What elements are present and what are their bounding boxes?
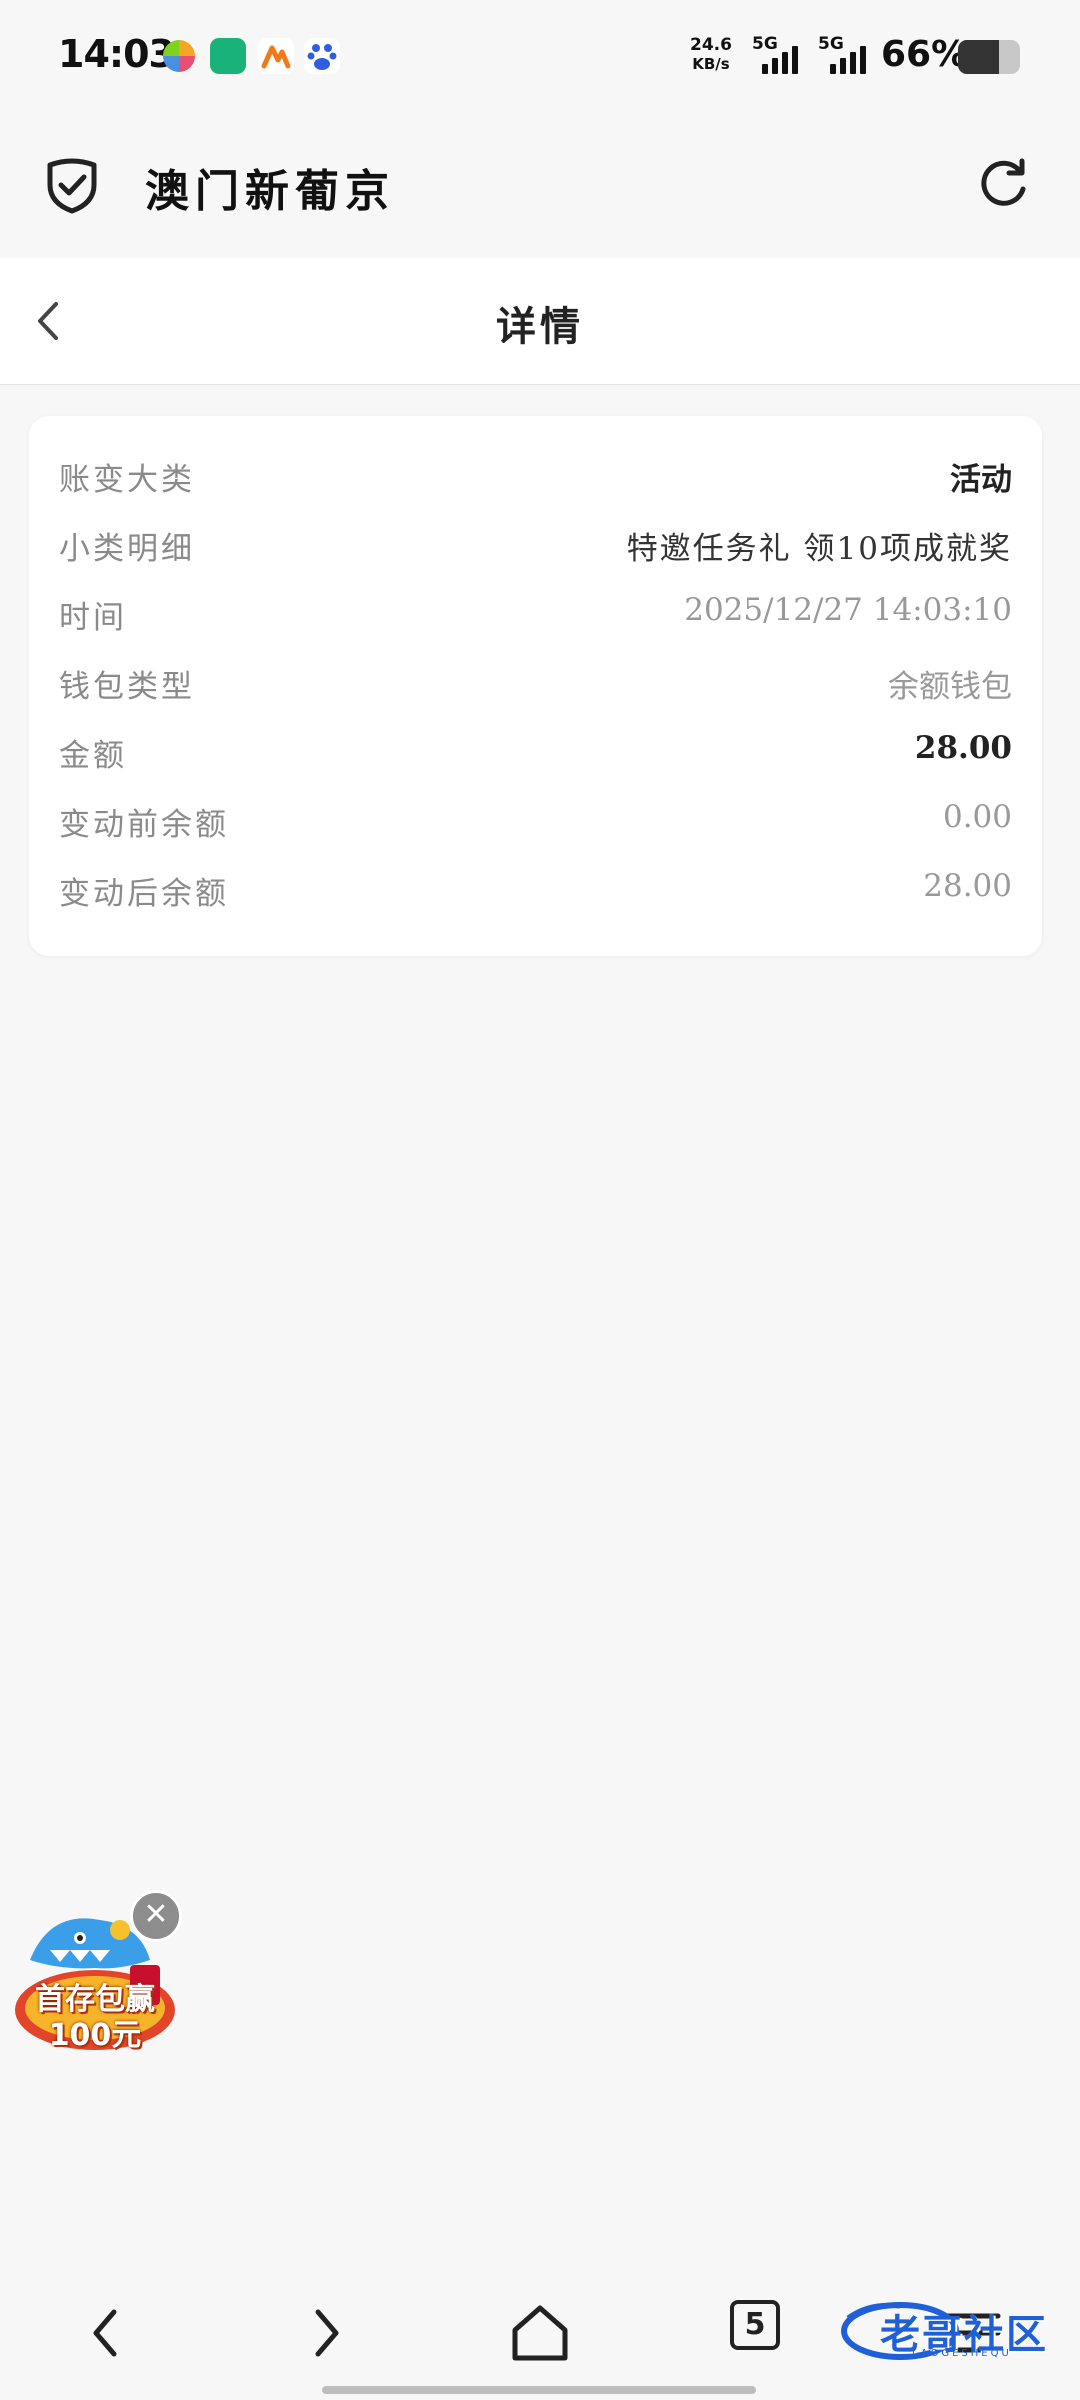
home-icon[interactable] bbox=[505, 2298, 575, 2368]
network-speed: 24.6 KB/s bbox=[690, 35, 732, 74]
promo-text: 首存包赢 100元 bbox=[35, 1982, 155, 2053]
detail-row: 时间 2025/12/27 14:03:10 bbox=[59, 582, 1012, 642]
signal-icon: 5G bbox=[752, 34, 814, 78]
detail-label: 变动前余额 bbox=[59, 807, 229, 843]
detail-value: 余额钱包 bbox=[888, 669, 1012, 705]
detail-value: 0.00 bbox=[942, 799, 1012, 835]
app-header: 澳门新葡京 bbox=[0, 115, 1080, 258]
detail-value: 2025/12/27 14:03:10 bbox=[684, 592, 1012, 628]
battery-percent: 66% bbox=[881, 34, 968, 75]
colorful-app-icon bbox=[163, 40, 195, 72]
detail-label: 账变大类 bbox=[59, 462, 195, 498]
detail-label: 时间 bbox=[59, 600, 127, 636]
detail-header: 详情 bbox=[0, 258, 1080, 385]
detail-label: 小类明细 bbox=[59, 531, 195, 567]
status-bar: 14:03 24.6 KB/s 5G 5G 66% bbox=[0, 0, 1080, 115]
detail-row: 账变大类 活动 bbox=[59, 444, 1012, 504]
detail-label: 金额 bbox=[59, 738, 127, 774]
detail-label: 钱包类型 bbox=[59, 669, 195, 705]
page-title: 详情 bbox=[496, 303, 584, 350]
baidu-paw-icon bbox=[304, 38, 340, 74]
wifi-app-icon bbox=[210, 38, 246, 74]
back-nav-icon[interactable] bbox=[72, 2298, 142, 2368]
detail-row: 变动前余额 0.00 bbox=[59, 789, 1012, 849]
detail-row: 小类明细 特邀任务礼 领10项成就奖 bbox=[59, 513, 1012, 573]
detail-value: 28.00 bbox=[914, 730, 1012, 766]
detail-label: 变动后余额 bbox=[59, 876, 229, 912]
close-icon[interactable]: ✕ bbox=[130, 1890, 182, 1942]
detail-value: 28.00 bbox=[923, 868, 1012, 904]
forward-nav-icon[interactable] bbox=[290, 2298, 360, 2368]
app-title: 澳门新葡京 bbox=[145, 166, 395, 217]
status-time: 14:03 bbox=[58, 32, 175, 76]
orange-app-icon bbox=[258, 38, 294, 74]
detail-card: 账变大类 活动小类明细 特邀任务礼 领10项成就奖时间 2025/12/27 14:0… bbox=[29, 416, 1042, 956]
detail-row: 变动后余额 28.00 bbox=[59, 858, 1012, 918]
detail-row: 钱包类型 余额钱包 bbox=[59, 651, 1012, 711]
detail-value: 特邀任务礼 领10项成就奖 bbox=[626, 531, 1012, 567]
tabs-button[interactable]: 5 bbox=[730, 2300, 780, 2350]
detail-row: 金额 28.00 bbox=[59, 720, 1012, 780]
refresh-icon[interactable] bbox=[975, 157, 1031, 213]
home-indicator[interactable] bbox=[322, 2386, 756, 2394]
shield-check-icon[interactable] bbox=[42, 155, 102, 215]
battery-icon bbox=[958, 40, 1020, 74]
signal-icon-2: 5G bbox=[818, 34, 880, 78]
detail-value: 活动 bbox=[950, 462, 1012, 498]
